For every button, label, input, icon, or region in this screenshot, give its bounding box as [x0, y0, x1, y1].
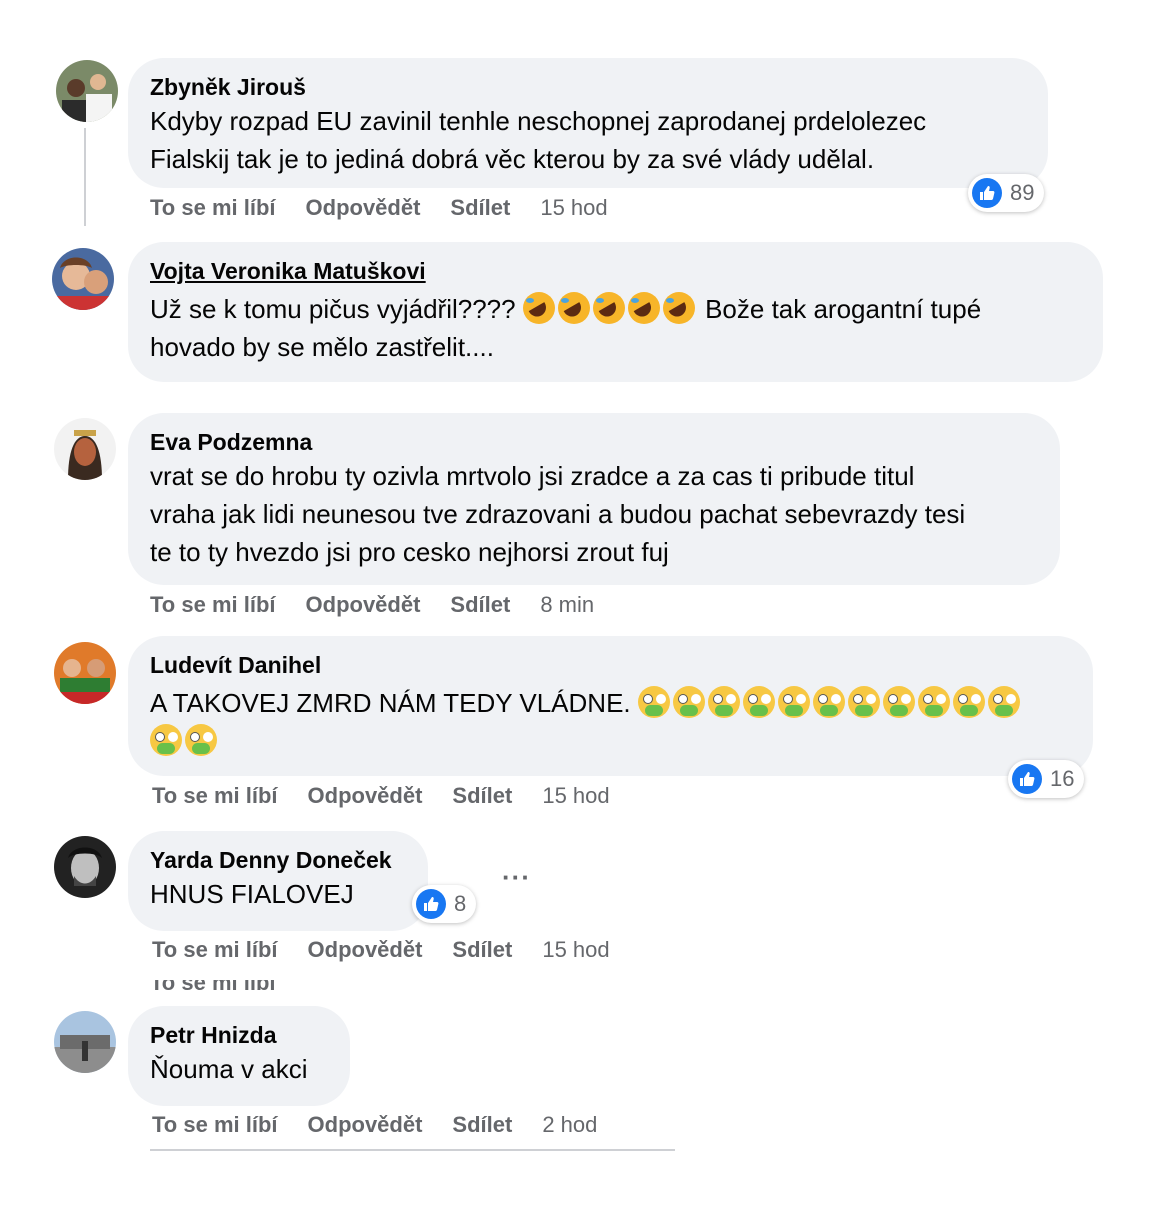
like-count: 89 [1010, 180, 1035, 205]
comment-bubble: Zbyněk Jirouš Kdyby rozpad EU zavinil te… [128, 58, 1048, 188]
comment-author[interactable]: Yarda Denny Doneček [150, 845, 404, 875]
nauseated-face-emoji [185, 724, 217, 756]
comment-text: HNUS FIALOVEJ [150, 879, 354, 909]
nauseated-face-emoji [952, 686, 985, 718]
comment-bubble: Yarda Denny Doneček HNUS FIALOVEJ [128, 831, 428, 931]
more-options-icon[interactable]: ··· [502, 862, 531, 893]
nauseated-face-emoji [812, 686, 845, 718]
reply-link[interactable]: Odpovědět [308, 937, 423, 963]
reaction-count[interactable]: 16 [1008, 760, 1085, 798]
avatar[interactable] [56, 60, 118, 122]
rolling-on-floor-laughing-emoji [522, 292, 555, 324]
overlap-artifact: To se mi líbí [150, 980, 634, 990]
rolling-on-floor-laughing-emoji [592, 292, 625, 324]
comment-bubble: Ludevít Danihel A TAKOVEJ ZMRD NÁM TEDY … [128, 636, 1093, 776]
reply-link[interactable]: Odpovědět [308, 783, 423, 809]
timestamp[interactable]: 8 min [540, 592, 594, 618]
comment-author[interactable]: Ludevít Danihel [150, 650, 1069, 680]
share-link[interactable]: Sdílet [452, 783, 512, 809]
nauseated-face-emoji [987, 686, 1020, 718]
ghost-text: To se mi líbí [150, 980, 276, 990]
comment-text: Kdyby rozpad EU zavinil tenhle neschopne… [150, 106, 927, 136]
comment-text-line: Už se k tomu pičus vyjádřil???? Bože tak… [150, 290, 1079, 328]
divider [150, 1149, 675, 1151]
comment-text: hovado by se mělo zastřelit.... [150, 332, 494, 362]
comment-bubble: Petr Hnizda Ňouma v akci [128, 1006, 350, 1106]
comment-text: te to ty hvezdo jsi pro cesko nejhorsi z… [150, 537, 669, 567]
reaction-count[interactable]: 89 [968, 174, 1045, 212]
like-link[interactable]: To se mi líbí [150, 592, 276, 618]
comment-text: Ňouma v akci [150, 1054, 308, 1084]
thread-line [84, 128, 86, 226]
comment-text: Fialskij tak je to jediná dobrá věc kter… [150, 144, 875, 174]
nauseated-face-emoji [847, 686, 880, 718]
avatar[interactable] [54, 418, 116, 480]
like-link[interactable]: To se mi líbí [150, 195, 276, 221]
avatar[interactable] [54, 1011, 116, 1073]
reply-link[interactable]: Odpovědět [306, 195, 421, 221]
nauseated-face-emoji [742, 686, 775, 718]
nauseated-face-emoji [707, 686, 740, 718]
comment-author[interactable]: Vojta Veronika Matuškovi [150, 256, 1079, 286]
comment-author[interactable]: Eva Podzemna [150, 427, 1036, 457]
comment-text: vrat se do hrobu ty ozivla mrtvolo jsi z… [150, 461, 915, 491]
nauseated-face-emoji [917, 686, 950, 718]
avatar[interactable] [54, 642, 116, 704]
comment-text: Už se k tomu pičus vyjádřil???? [150, 294, 516, 324]
reaction-count[interactable]: 8 [412, 885, 477, 923]
comment-actions: To se mi líbí Odpovědět Sdílet 2 hod [152, 1112, 627, 1138]
comment-actions: To se mi líbí Odpovědět Sdílet 8 min [150, 592, 624, 618]
avatar[interactable] [52, 248, 114, 310]
comment-text: Bože tak arogantní tupé [705, 294, 982, 324]
reply-link[interactable]: Odpovědět [308, 1112, 423, 1138]
rolling-on-floor-laughing-emoji [662, 292, 695, 324]
timestamp[interactable]: 15 hod [540, 195, 607, 221]
like-link[interactable]: To se mi líbí [152, 937, 278, 963]
share-link[interactable]: Sdílet [452, 1112, 512, 1138]
nauseated-face-emoji [150, 724, 182, 756]
comment-author[interactable]: Zbyněk Jirouš [150, 72, 1024, 102]
timestamp[interactable]: 15 hod [542, 937, 609, 963]
thumbs-up-icon [972, 178, 1002, 208]
share-link[interactable]: Sdílet [452, 937, 512, 963]
avatar[interactable] [54, 836, 116, 898]
timestamp[interactable]: 15 hod [542, 783, 609, 809]
comment-actions: To se mi líbí Odpovědět Sdílet 15 hod [152, 937, 640, 963]
comment-author[interactable]: Petr Hnizda [150, 1020, 326, 1050]
timestamp[interactable]: 2 hod [542, 1112, 597, 1138]
like-link[interactable]: To se mi líbí [152, 783, 278, 809]
like-count: 16 [1050, 766, 1075, 791]
share-link[interactable]: Sdílet [450, 592, 510, 618]
share-link[interactable]: Sdílet [450, 195, 510, 221]
comment-text: vraha jak lidi neunesou tve zdrazovani a… [150, 499, 966, 529]
nauseated-face-emoji [882, 686, 915, 718]
thumbs-up-icon [1012, 764, 1042, 794]
comment-actions: To se mi líbí Odpovědět Sdílet 15 hod [152, 783, 640, 809]
nauseated-face-emoji [637, 686, 670, 718]
reply-link[interactable]: Odpovědět [306, 592, 421, 618]
comment-text-line: A TAKOVEJ ZMRD NÁM TEDY VLÁDNE. [150, 684, 1069, 722]
rolling-on-floor-laughing-emoji [627, 292, 660, 324]
like-count: 8 [454, 891, 467, 916]
comment-actions: To se mi líbí Odpovědět Sdílet 15 hod [150, 195, 638, 221]
comment-bubble: Eva Podzemna vrat se do hrobu ty ozivla … [128, 413, 1060, 585]
nauseated-face-emoji [672, 686, 705, 718]
nauseated-face-emoji [777, 686, 810, 718]
comment-text: A TAKOVEJ ZMRD NÁM TEDY VLÁDNE. [150, 688, 631, 718]
comment-text-line [150, 722, 1069, 760]
thumbs-up-icon [416, 889, 446, 919]
rolling-on-floor-laughing-emoji [557, 292, 590, 324]
comment-bubble: Vojta Veronika Matuškovi Už se k tomu pi… [128, 242, 1103, 382]
like-link[interactable]: To se mi líbí [152, 1112, 278, 1138]
